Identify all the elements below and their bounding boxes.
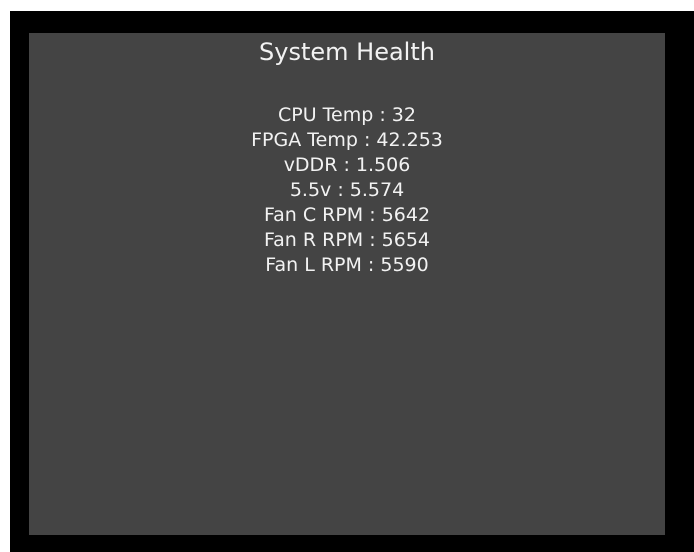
metric-label: vDDR: [283, 154, 338, 176]
metric-fan-l-rpm: Fan L RPM : 5590: [29, 253, 665, 278]
metric-separator: :: [357, 129, 377, 151]
metric-value: 5.574: [349, 179, 405, 201]
metric-value: 1.506: [355, 154, 411, 176]
metric-separator: :: [363, 229, 382, 251]
metric-fpga-temp: FPGA Temp : 42.253: [29, 128, 665, 153]
metric-value: 42.253: [376, 129, 443, 151]
metrics-list: CPU Temp : 32 FPGA Temp : 42.253 vDDR : …: [29, 103, 665, 278]
metric-separator: :: [373, 104, 392, 126]
system-health-screen: System Health CPU Temp : 32 FPGA Temp : …: [29, 33, 665, 535]
metric-label: Fan C RPM: [263, 204, 364, 226]
metric-label: 5.5v: [289, 179, 332, 201]
metric-label: Fan R RPM: [263, 229, 364, 251]
metric-separator: :: [331, 179, 350, 201]
metric-vddr: vDDR : 1.506: [29, 153, 665, 178]
monitor-bezel: System Health CPU Temp : 32 FPGA Temp : …: [10, 11, 694, 552]
metric-value: 5642: [381, 204, 431, 226]
metric-fan-c-rpm: Fan C RPM : 5642: [29, 203, 665, 228]
metric-5-5v: 5.5v : 5.574: [29, 178, 665, 203]
page-title: System Health: [259, 38, 435, 66]
metric-value: 5654: [381, 229, 431, 251]
metric-separator: :: [337, 154, 356, 176]
metric-value: 32: [391, 104, 416, 126]
metric-value: 5590: [380, 254, 429, 276]
metric-separator: :: [363, 204, 382, 226]
metric-fan-r-rpm: Fan R RPM : 5654: [29, 228, 665, 253]
metric-label: CPU Temp: [278, 104, 374, 126]
metric-cpu-temp: CPU Temp : 32: [29, 103, 665, 128]
metric-label: FPGA Temp: [251, 129, 358, 151]
metric-label: Fan L RPM: [265, 254, 362, 276]
metric-separator: :: [361, 254, 381, 276]
